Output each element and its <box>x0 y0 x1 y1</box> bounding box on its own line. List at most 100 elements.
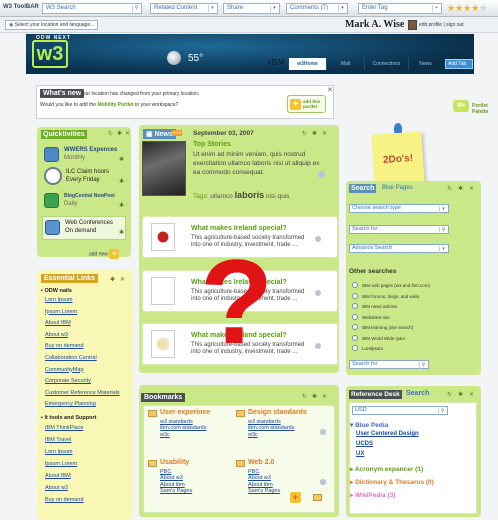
w3-logo[interactable]: w3 <box>32 40 68 68</box>
essential-link[interactable]: Ipsum Lorem <box>45 461 77 467</box>
refresh-icon[interactable]: ↻ <box>302 130 307 137</box>
gear-icon[interactable]: ✱ <box>312 393 317 400</box>
tab-blue-pages[interactable]: Blue Pages <box>382 185 413 191</box>
star-icons[interactable]: ★★★★ <box>447 3 479 13</box>
tab-connections[interactable]: Connections <box>364 58 408 70</box>
essential-link[interactable]: Buy on demand <box>45 343 84 349</box>
add-portlet-button[interactable]: + add this portlet <box>287 95 326 113</box>
toolbar-logo[interactable]: W3 ToolBAR <box>3 4 39 10</box>
bookmark-link[interactable]: ibm.com standards <box>160 425 206 431</box>
bookmark-link[interactable]: Sam's Pages <box>160 488 192 494</box>
add-bookmark-icon[interactable]: + <box>290 492 301 503</box>
gear-icon[interactable]: ✱ <box>458 391 463 398</box>
essential-link[interactable]: Customer Reference Materials <box>45 390 120 396</box>
bookmark-link[interactable]: About ibm <box>160 482 185 488</box>
bookmark-group-title[interactable]: Web 2.0 <box>248 459 274 466</box>
refresh-icon[interactable]: ↻ <box>447 391 452 398</box>
add-folder-icon[interactable] <box>313 494 322 501</box>
bookmark-link[interactable]: w3c <box>248 432 258 438</box>
radio-button[interactable] <box>352 324 358 330</box>
close-icon[interactable]: ✕ <box>120 276 125 283</box>
essential-link[interactable]: CommunityMap <box>45 367 84 373</box>
refresh-icon[interactable]: ↻ <box>302 393 307 400</box>
bookmark-link[interactable]: ibm.com standards <box>248 425 294 431</box>
essential-link[interactable]: Corporate Security <box>45 378 91 384</box>
rss-icon[interactable]: RSS <box>172 130 182 136</box>
quick-item-blogcentral[interactable]: BlogCentral NewPost Daily ✱ <box>42 191 126 213</box>
essential-section-odw[interactable]: ▪ ODW nails <box>41 288 72 294</box>
essential-link[interactable]: IBM ThinkPlace <box>45 425 83 431</box>
bookmark-link[interactable]: About w3 <box>248 475 271 481</box>
essential-section-it[interactable]: ▪ It tools and Support <box>41 415 96 421</box>
other-search-label[interactable]: IBM news articles <box>362 304 397 309</box>
blue-pedia-heading[interactable]: ▾ Blue Pedia <box>350 421 388 429</box>
bookmark-link[interactable]: About w3 <box>160 475 183 481</box>
close-icon[interactable]: ✕ <box>125 130 130 137</box>
edit-profile-link[interactable]: edit profile <box>419 22 442 28</box>
radio-button[interactable] <box>352 345 358 351</box>
other-search-label[interactable]: Lorelpsum <box>362 346 383 351</box>
radio-button[interactable] <box>352 334 358 341</box>
essential-link[interactable]: Ipsum Lorem <box>45 309 77 315</box>
other-search-label[interactable]: IBM forums, blogs, and wikis <box>362 294 419 299</box>
share-dropdown[interactable]: Share ▾ <box>223 3 280 14</box>
advance-search-select[interactable]: Advance Search ▾ <box>349 244 449 253</box>
rating-stars[interactable]: ★★★★★ <box>447 3 487 13</box>
tab-news[interactable]: News <box>408 58 442 70</box>
tag-link[interactable]: quis <box>277 193 289 200</box>
more-button[interactable] <box>320 429 326 435</box>
radio-button[interactable] <box>352 282 358 288</box>
bp-link[interactable]: UX <box>356 451 364 457</box>
quick-item-webconf[interactable]: Web Conferences On demand ✱ <box>42 216 126 240</box>
more-button[interactable] <box>315 343 321 349</box>
tab-w3home[interactable]: w3Home <box>288 58 326 70</box>
essential-link[interactable]: About w3 <box>45 332 68 338</box>
close-icon[interactable]: ✕ <box>469 185 474 192</box>
gear-icon[interactable]: ✱ <box>458 185 463 192</box>
radio-button[interactable] <box>352 313 358 320</box>
essential-link[interactable]: Buy on demand <box>45 497 84 503</box>
magnifier-icon[interactable]: ⚲ <box>132 5 140 12</box>
other-search-label[interactable]: IBM World Wide Q&A <box>362 336 405 341</box>
more-button[interactable] <box>315 236 321 242</box>
essential-link[interactable]: IBM Travel <box>45 437 71 443</box>
bookmark-group-title[interactable]: Design standards <box>248 409 307 416</box>
todo-label[interactable]: 2Do's! <box>383 153 414 166</box>
essential-link[interactable]: About w3 <box>45 485 68 491</box>
add-new-link[interactable]: add new + <box>89 249 120 259</box>
search-type-select[interactable]: Choose search type ▾ <box>349 204 449 213</box>
bookmark-link[interactable]: w3 standards <box>248 419 281 425</box>
gear-icon[interactable]: ✱ <box>110 276 115 283</box>
tag-link[interactable]: laboris <box>235 190 265 200</box>
more-button[interactable] <box>318 171 325 178</box>
radio-button[interactable] <box>352 292 358 299</box>
refresh-icon[interactable]: ↻ <box>108 130 113 137</box>
star-empty-icon[interactable]: ★ <box>479 3 487 13</box>
essential-link[interactable]: About IBM <box>45 473 71 479</box>
more-button[interactable] <box>315 290 321 296</box>
gear-icon[interactable]: ✱ <box>312 130 317 137</box>
bp-link[interactable]: UCDS <box>356 441 373 447</box>
other-search-label[interactable]: IBM web pages (w3 and ibm.com) <box>362 283 430 288</box>
ibm-logo[interactable]: IBM <box>268 58 286 67</box>
acronym-heading[interactable]: ▸ Acronym expancer (1) <box>350 465 423 473</box>
bookmark-link[interactable]: About ibm <box>248 482 273 488</box>
essential-link[interactable]: Emergency Planning <box>45 401 96 407</box>
search-input[interactable]: Search for ⚲ <box>349 225 449 234</box>
tab-mail[interactable]: Mail <box>326 58 364 70</box>
w3-search-box[interactable]: W3 Search ⚲ <box>42 3 142 14</box>
sign-out-link[interactable]: sign out <box>446 22 464 28</box>
avatar[interactable] <box>408 20 417 30</box>
search-icon[interactable]: ⚲ <box>439 227 447 234</box>
top-story-title[interactable]: Top Stories <box>193 141 231 148</box>
tab-search[interactable]: Search <box>406 390 429 397</box>
plus-icon[interactable]: + <box>432 5 440 12</box>
quick-item-ilc[interactable]: ILC Claim hours Every Friday ✱ <box>42 167 126 189</box>
tag-link[interactable]: nisi <box>266 193 276 200</box>
other-search-label[interactable]: IBM learning (site search) <box>362 325 413 330</box>
gear-icon[interactable]: ✱ <box>119 156 124 163</box>
essential-link[interactable]: About IBM <box>45 320 71 326</box>
bookmark-link[interactable]: PBC <box>160 469 171 475</box>
portlet-palette-label[interactable]: Portlet Palette <box>472 103 496 115</box>
bookmark-group-title[interactable]: Usability <box>160 459 189 466</box>
